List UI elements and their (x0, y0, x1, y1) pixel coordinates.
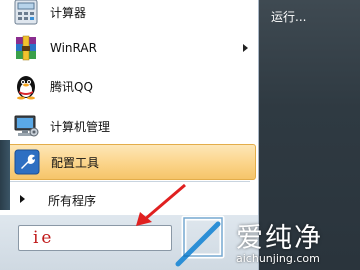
watermark-logo-icon (175, 215, 225, 267)
program-label: 腾讯QQ (50, 79, 93, 94)
program-label: 配置工具 (51, 155, 100, 170)
run-link[interactable]: 运行... (271, 8, 306, 25)
watermark-text: 爱纯净 (236, 223, 323, 254)
computer-management-icon (12, 112, 40, 140)
all-programs-label: 所有程序 (48, 194, 97, 208)
program-item-qq[interactable]: 腾讯QQ (0, 68, 258, 104)
watermark-url: aichunjing.com (236, 252, 320, 265)
taskbar-edge (0, 140, 10, 210)
winrar-icon (12, 34, 40, 62)
program-item-winrar[interactable]: WinRAR (0, 30, 258, 66)
wrench-icon (13, 148, 41, 176)
calculator-icon (12, 0, 40, 26)
submenu-arrow-icon (243, 44, 248, 52)
program-item-computer-management[interactable]: 计算机管理 (0, 108, 258, 144)
qq-penguin-icon (12, 72, 40, 100)
program-label: WinRAR (50, 41, 97, 55)
program-label: 计算机管理 (50, 119, 111, 134)
program-label: 计算器 (50, 5, 87, 20)
program-item-calculator[interactable]: 计算器 (0, 0, 258, 30)
program-item-config-tool[interactable]: 配置工具 (6, 144, 256, 180)
triangle-right-icon (20, 195, 25, 203)
watermark: 爱纯净 aichunjing.com (172, 208, 360, 270)
